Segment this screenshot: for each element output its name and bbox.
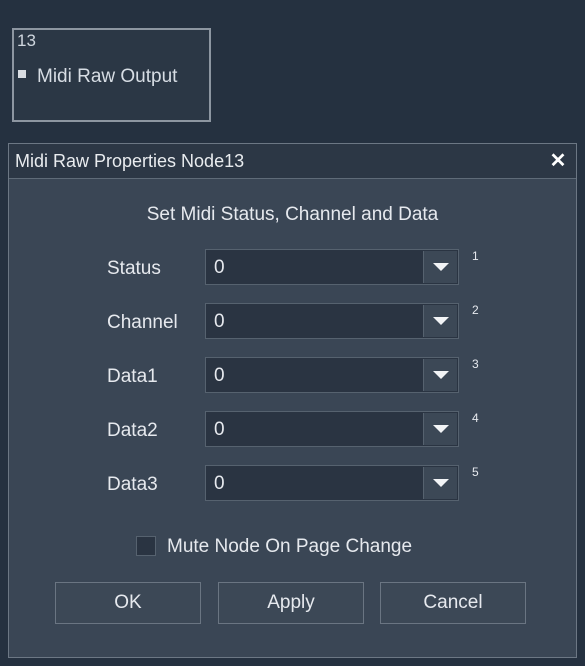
data1-value: 0 xyxy=(214,365,225,386)
node-id: 13 xyxy=(17,31,36,50)
data1-select[interactable]: 0 xyxy=(205,357,459,393)
chevron-down-icon xyxy=(433,317,449,325)
port-icon[interactable] xyxy=(18,70,26,78)
channel-select[interactable]: 0 xyxy=(205,303,459,339)
ok-button[interactable]: OK xyxy=(55,582,201,624)
channel-label: Channel xyxy=(107,312,178,333)
data1-label: Data1 xyxy=(107,366,158,387)
status-index: 1 xyxy=(472,249,479,263)
cancel-button[interactable]: Cancel xyxy=(380,582,526,624)
dialog-heading: Set Midi Status, Channel and Data xyxy=(146,204,439,225)
apply-button[interactable]: Apply xyxy=(218,582,364,624)
node-label: Midi Raw Output xyxy=(37,66,178,87)
data2-select[interactable]: 0 xyxy=(205,411,459,447)
data2-dropdown-button[interactable] xyxy=(423,413,457,445)
mute-node-checkbox[interactable] xyxy=(136,536,156,556)
dialog-titlebar[interactable]: Midi Raw Properties Node13 ✕ xyxy=(9,144,576,179)
channel-index: 2 xyxy=(472,303,479,317)
data3-dropdown-button[interactable] xyxy=(423,467,457,499)
node-box[interactable]: 13 Midi Raw Output xyxy=(12,28,211,122)
data3-label: Data3 xyxy=(107,474,158,495)
mute-node-label[interactable]: Mute Node On Page Change xyxy=(167,536,412,558)
chevron-down-icon xyxy=(433,263,449,271)
data1-dropdown-button[interactable] xyxy=(423,359,457,391)
chevron-down-icon xyxy=(433,479,449,487)
data2-index: 4 xyxy=(472,411,479,425)
status-dropdown-button[interactable] xyxy=(423,251,457,283)
data3-value: 0 xyxy=(214,473,225,494)
data1-index: 3 xyxy=(472,357,479,371)
status-select[interactable]: 0 xyxy=(205,249,459,285)
properties-dialog: Midi Raw Properties Node13 ✕ Set Midi St… xyxy=(8,143,577,658)
data2-label: Data2 xyxy=(107,420,158,441)
close-icon[interactable]: ✕ xyxy=(548,151,568,171)
data3-index: 5 xyxy=(472,465,479,479)
dialog-title: Midi Raw Properties Node13 xyxy=(15,151,245,171)
status-label: Status xyxy=(107,258,161,279)
chevron-down-icon xyxy=(433,425,449,433)
data3-select[interactable]: 0 xyxy=(205,465,459,501)
channel-dropdown-button[interactable] xyxy=(423,305,457,337)
channel-value: 0 xyxy=(214,311,225,332)
chevron-down-icon xyxy=(433,371,449,379)
data2-value: 0 xyxy=(214,419,225,440)
status-value: 0 xyxy=(214,257,225,278)
